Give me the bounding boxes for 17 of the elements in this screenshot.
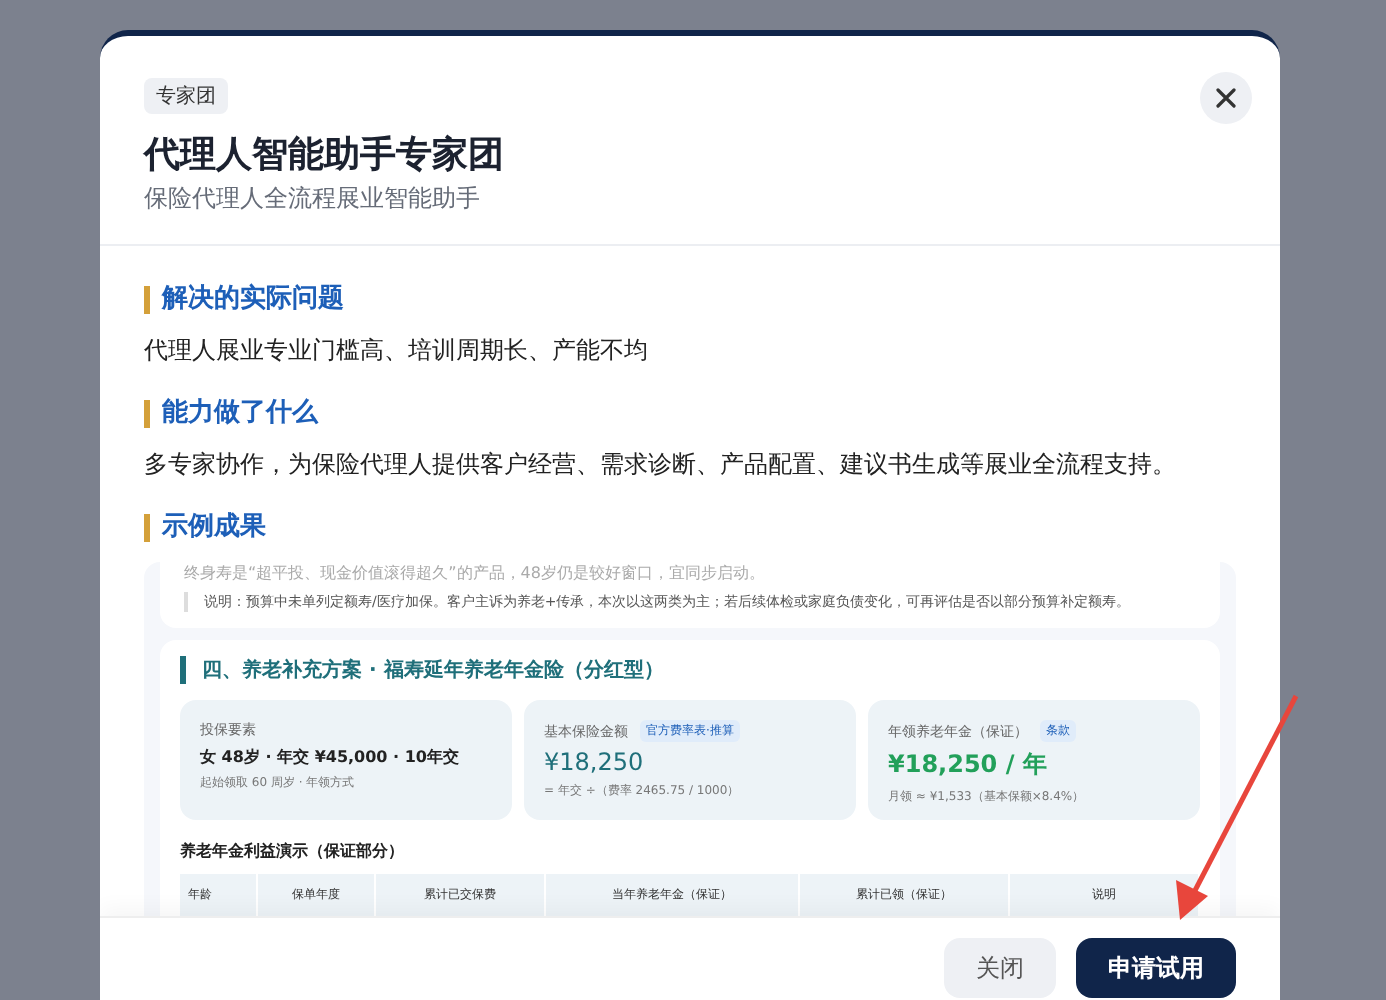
section-heading: 示例成果 [144, 514, 1236, 542]
category-tag: 专家团 [144, 78, 228, 114]
section-heading: 能力做了什么 [144, 400, 1236, 428]
section-text: 多专家协作，为保险代理人提供客户经营、需求诊断、产品配置、建议书生成等展业全流程支持。 [144, 448, 1178, 482]
preview-text: 终身寿是“超平投、现金价值滚得超久”的产品，48岁仍是较好窗口，宜同步启动。 [184, 562, 767, 584]
apply-button[interactable]: 申请试用 [1076, 938, 1236, 998]
dialog-title: 代理人智能助手专家团 [144, 132, 504, 178]
close-icon[interactable] [1200, 72, 1252, 124]
close-button[interactable]: 关闭 [944, 938, 1056, 998]
metric-value: ¥18,250 / 年 [888, 748, 1049, 782]
metric-value: ¥18,250 [544, 748, 646, 776]
section-heading: 解决的实际问题 [144, 286, 1236, 314]
plan-title: 四、养老补充方案 · 福寿延年养老年金险（分红型） [180, 656, 1200, 684]
metric-value: 女 48岁 · 年交 ¥45,000 · 10年交 [200, 746, 461, 768]
dialog-subtitle: 保险代理人全流程展业智能助手 [144, 182, 482, 216]
table-title: 养老年金利益演示（保证部分） [180, 840, 406, 862]
section-text: 代理人展业专业门槛高、培训周期长、产能不均 [144, 334, 650, 368]
